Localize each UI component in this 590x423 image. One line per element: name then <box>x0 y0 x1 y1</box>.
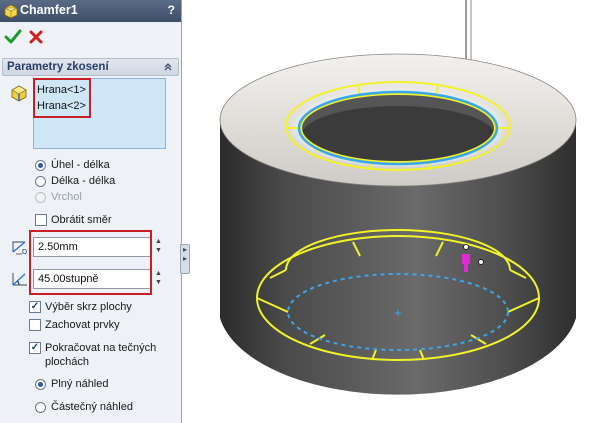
tangent-propagation-checkbox[interactable]: ✓ Pokračovat na tečných plochách <box>29 341 169 371</box>
property-manager-panel: Chamfer1 ? Parametry zkosení Hrana<1> Hr… <box>0 0 182 423</box>
radio-angle-distance[interactable]: Úhel - délka <box>35 158 155 173</box>
chamfer-parameters-header[interactable]: Parametry zkosení <box>2 58 179 76</box>
radio-button[interactable] <box>35 379 46 390</box>
svg-text:D: D <box>22 249 27 256</box>
radio-full-preview[interactable]: Plný náhled <box>35 377 155 392</box>
checkbox-label-line2: plochách <box>45 356 90 368</box>
feature-title: Chamfer1 <box>20 3 78 17</box>
radio-label: Délka - délka <box>51 175 116 187</box>
radio-label: Vrchol <box>51 191 82 203</box>
radio-label: Částečný náhled <box>51 401 133 413</box>
group-title: Parametry zkosení <box>7 61 109 73</box>
checkbox-label: Zachovat prvky <box>45 319 120 331</box>
checkbox[interactable] <box>29 319 41 331</box>
help-button[interactable]: ? <box>168 3 175 17</box>
list-item[interactable]: Hrana<2> <box>37 100 86 112</box>
checkbox-label: Pokračovat na tečných <box>45 342 157 354</box>
radio-button[interactable] <box>35 402 46 413</box>
cancel-button[interactable] <box>27 28 45 46</box>
radio-partial-preview[interactable]: Částečný náhled <box>35 400 155 415</box>
checkbox-label: Výběr skrz plochy <box>45 301 132 313</box>
distance-spinner[interactable]: ▲ ▼ <box>152 237 165 257</box>
radio-button[interactable] <box>35 176 46 187</box>
radio-label: Plný náhled <box>51 378 109 390</box>
selected-edges-list[interactable]: Hrana<1> Hrana<2> <box>33 78 166 149</box>
checkbox[interactable]: ✓ <box>29 301 41 313</box>
distance-icon: D <box>12 241 27 256</box>
checkbox[interactable]: ✓ <box>29 342 41 354</box>
action-bar <box>0 22 181 54</box>
radio-vertex: Vrchol <box>35 190 155 205</box>
chevron-up-icon[interactable] <box>162 61 174 73</box>
distance-input[interactable] <box>33 237 151 257</box>
radio-label: Úhel - délka <box>51 159 110 171</box>
property-manager-title-bar: Chamfer1 ? <box>0 0 181 22</box>
checkbox-label: Obrátit směr <box>51 214 112 226</box>
radio-button <box>35 192 46 203</box>
checkbox[interactable] <box>35 214 47 226</box>
list-item[interactable]: Hrana<1> <box>37 84 86 96</box>
radio-button[interactable] <box>35 160 46 171</box>
angle-input[interactable] <box>33 269 151 289</box>
cylinder-part[interactable] <box>219 53 577 395</box>
panel-flyout-tab[interactable]: ▸ ▸ <box>180 244 190 274</box>
angle-spinner[interactable]: ▲ ▼ <box>152 269 165 289</box>
radio-distance-distance[interactable]: Délka - délka <box>35 174 155 189</box>
graphics-viewport[interactable] <box>190 0 590 423</box>
chamfer-feature-icon <box>4 4 18 19</box>
select-through-faces-checkbox[interactable]: ✓ Výběr skrz plochy <box>29 300 169 315</box>
flip-direction-checkbox[interactable]: Obrátit směr <box>35 213 155 228</box>
ok-button[interactable] <box>4 28 22 46</box>
keep-features-checkbox[interactable]: Zachovat prvky <box>29 318 169 333</box>
angle-icon <box>12 273 27 286</box>
edge-selection-icon <box>11 85 27 102</box>
